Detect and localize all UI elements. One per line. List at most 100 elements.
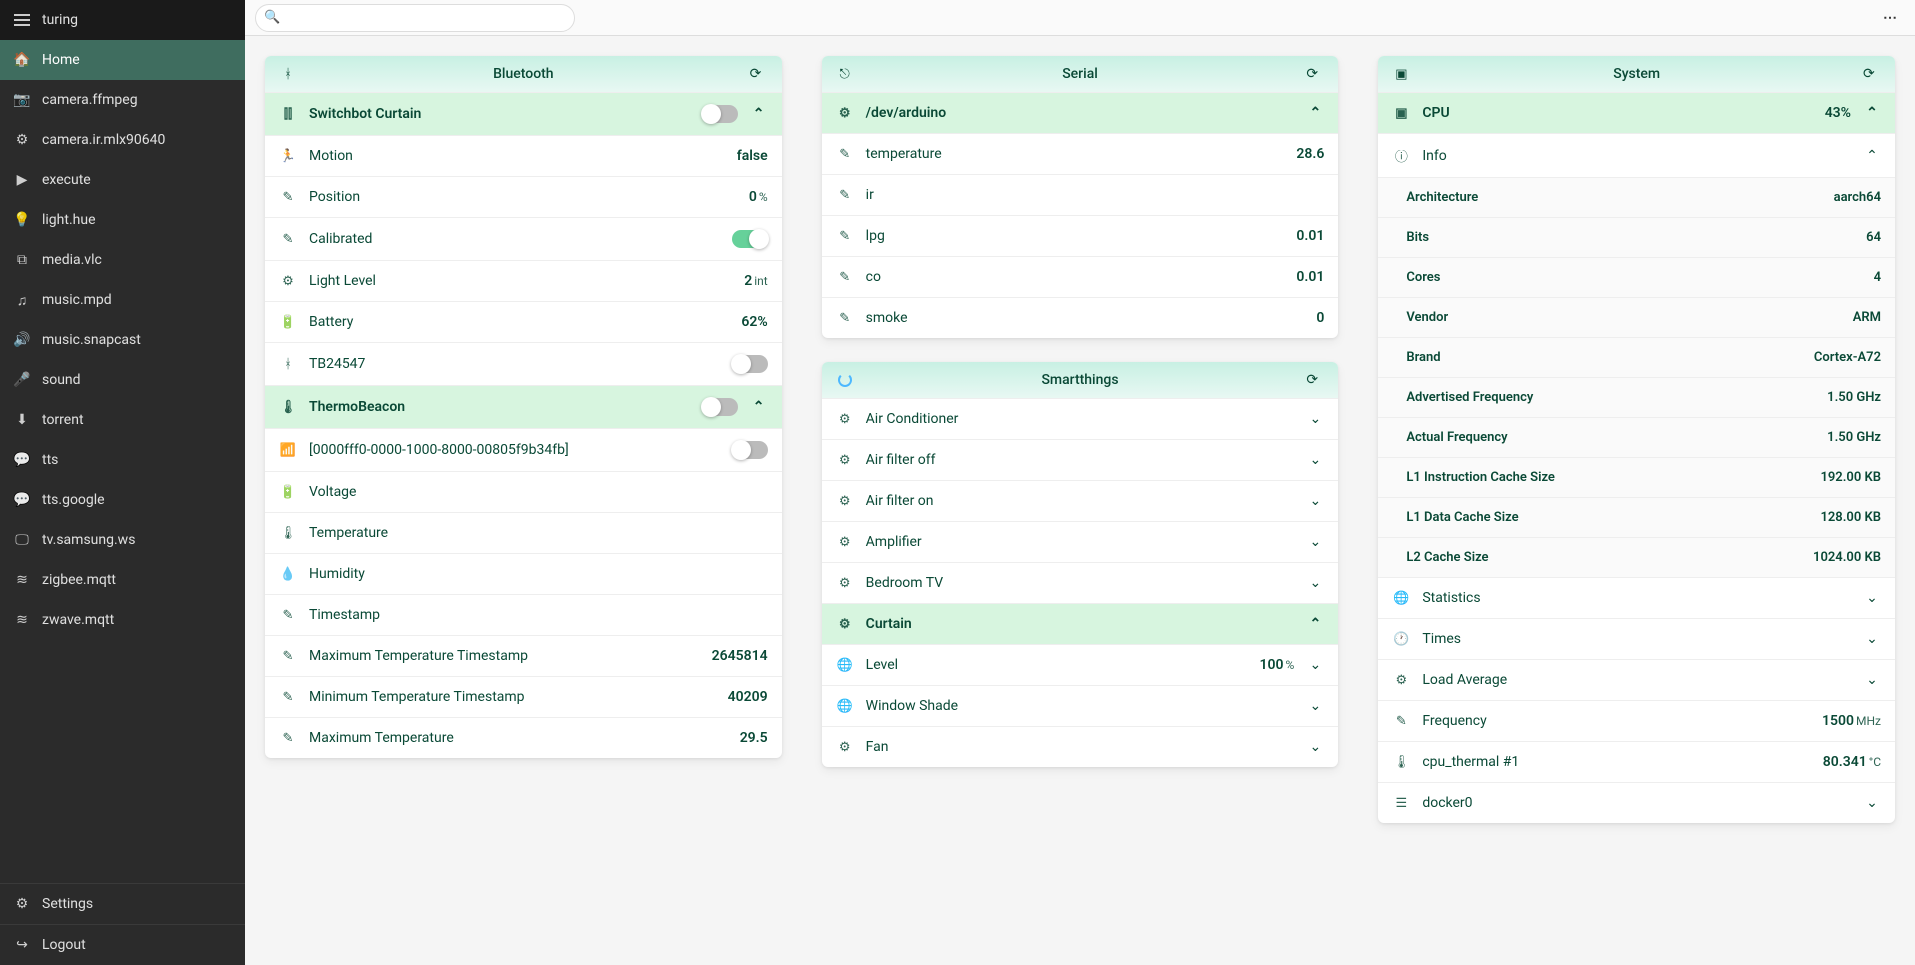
chevron-down-icon[interactable]: ⌄ (1306, 575, 1324, 591)
sidebar-item-tv-samsung-ws[interactable]: 🖵tv.samsung.ws (0, 520, 245, 560)
chevron-down-icon[interactable]: ⌄ (1306, 657, 1324, 673)
chevron-down-icon[interactable]: ⌄ (1863, 672, 1881, 688)
hamburger-icon[interactable] (14, 14, 30, 26)
row-info[interactable]: ⓘInfo⌃ (1378, 133, 1895, 177)
row-label: temperature (866, 146, 1285, 162)
mic-icon: 🎤 (14, 372, 30, 388)
row-fan[interactable]: ⚙Fan⌄ (822, 726, 1339, 767)
sidebar-footer: ⚙Settings↪Logout (0, 883, 245, 965)
speaker-icon: 🔊 (14, 332, 30, 348)
sidebar-item-music-mpd[interactable]: ♫music.mpd (0, 280, 245, 320)
row-label: Load Average (1422, 672, 1851, 688)
refresh-icon[interactable]: ⟳ (750, 66, 768, 82)
sidebar-item-tts-google[interactable]: 💬tts.google (0, 480, 245, 520)
row-level[interactable]: 🌐Level100%⌄ (822, 644, 1339, 685)
card-title: Serial (854, 66, 1307, 82)
row-label: Position (309, 189, 737, 205)
row-thermobeacon[interactable]: 🌡ThermoBeacon⌃ (265, 385, 782, 428)
chevron-down-icon[interactable]: ⌄ (1306, 534, 1324, 550)
row-air-filter-on[interactable]: ⚙Air filter on⌄ (822, 480, 1339, 521)
chevron-down-icon[interactable]: ⌄ (1863, 590, 1881, 606)
more-icon[interactable]: ⋯ (1877, 10, 1905, 26)
row-value: 1500MHz (1822, 713, 1881, 729)
row-statistics[interactable]: 🌐Statistics⌄ (1378, 577, 1895, 618)
sidebar-item-execute[interactable]: ▶execute (0, 160, 245, 200)
chevron-icon[interactable]: ⌃ (1863, 105, 1881, 121)
row-bedroom-tv[interactable]: ⚙Bedroom TV⌄ (822, 562, 1339, 603)
sidebar-item-music-snapcast[interactable]: 🔊music.snapcast (0, 320, 245, 360)
row-curtain[interactable]: ⚙ Curtain ⌃ (822, 603, 1339, 644)
sidebar-item-light-hue[interactable]: 💡light.hue (0, 200, 245, 240)
sidebar-item-camera-ffmpeg[interactable]: 📷camera.ffmpeg (0, 80, 245, 120)
sidebar-item-zwave-mqtt[interactable]: ≋zwave.mqtt (0, 600, 245, 640)
pencil-icon: ✎ (836, 147, 854, 162)
wave-icon: ≋ (14, 612, 30, 628)
chevron-icon[interactable]: ⌃ (1306, 105, 1324, 121)
sidebar-header: turing (0, 0, 245, 40)
info-icon: ⓘ (1392, 146, 1410, 165)
toggle[interactable] (732, 355, 768, 373)
chevron-down-icon[interactable]: ⌄ (1306, 452, 1324, 468)
row-lpg: ✎lpg0.01 (822, 215, 1339, 256)
refresh-icon[interactable]: ⟳ (1306, 66, 1324, 82)
gear-icon: ⚙ (836, 740, 854, 755)
row-times[interactable]: 🕐Times⌄ (1378, 618, 1895, 659)
row-label: ThermoBeacon (309, 399, 690, 415)
home-icon: 🏠 (14, 52, 30, 68)
card-header-smartthings: Smartthings⟳ (822, 362, 1339, 398)
toggle[interactable] (732, 230, 768, 248)
row-l1-data-cache-size: L1 Data Cache Size128.00 KB (1378, 497, 1895, 537)
toggle[interactable] (702, 398, 738, 416)
chevron-icon[interactable]: ⌃ (750, 106, 768, 122)
row-docker0[interactable]: ☰docker0⌄ (1378, 782, 1895, 823)
row-air-conditioner[interactable]: ⚙Air Conditioner⌄ (822, 398, 1339, 439)
row-unit: % (1286, 658, 1295, 672)
sidebar-item-sound[interactable]: 🎤sound (0, 360, 245, 400)
row-calibrated[interactable]: ✎Calibrated (265, 217, 782, 260)
sidebar-item-media-vlc[interactable]: ⧉media.vlc (0, 240, 245, 280)
row--0000fff0-0000-1000-8000-00805f9b34fb-[interactable]: 📶[0000fff0-0000-1000-8000-00805f9b34fb] (265, 428, 782, 471)
row-cpu[interactable]: ▣CPU43%⌃ (1378, 92, 1895, 133)
row-load-average[interactable]: ⚙Load Average⌄ (1378, 659, 1895, 700)
card-header-serial: ⎋Serial⟳ (822, 56, 1339, 92)
main: 🔍 ⋯ ᚼBluetooth⟳⫿⫿Switchbot Curtain⌃🏃Moti… (245, 0, 1915, 965)
row-window-shade[interactable]: 🌐Window Shade⌄ (822, 685, 1339, 726)
chevron-down-icon[interactable]: ⌄ (1306, 698, 1324, 714)
refresh-icon[interactable]: ⟳ (1863, 66, 1881, 82)
row-value: 0 (1316, 310, 1324, 326)
row-voltage: 🔋Voltage (265, 471, 782, 512)
sidebar-item-Home[interactable]: 🏠Home (0, 40, 245, 80)
chevron-icon[interactable]: ⌃ (1863, 148, 1881, 164)
chevron-down-icon[interactable]: ⌄ (1306, 739, 1324, 755)
sidebar-item-tts[interactable]: 💬tts (0, 440, 245, 480)
chevron-down-icon[interactable]: ⌄ (1863, 795, 1881, 811)
row-amplifier[interactable]: ⚙Amplifier⌄ (822, 521, 1339, 562)
sidebar-item-label: tts (42, 452, 58, 468)
row-tb24547[interactable]: ᚼTB24547 (265, 342, 782, 385)
row-label: Minimum Temperature Timestamp (309, 689, 716, 705)
toggle[interactable] (732, 441, 768, 459)
pencil-icon: ✎ (836, 188, 854, 203)
sidebar-footer-settings[interactable]: ⚙Settings (0, 883, 245, 924)
row-position: ✎Position0% (265, 176, 782, 217)
chevron-icon[interactable]: ⌃ (1306, 616, 1324, 632)
usb-icon: ⎋ (836, 67, 854, 82)
row-label: Voltage (309, 484, 768, 500)
row-switchbot-curtain[interactable]: ⫿⫿Switchbot Curtain⌃ (265, 92, 782, 135)
chevron-down-icon[interactable]: ⌄ (1306, 493, 1324, 509)
toggle[interactable] (702, 105, 738, 123)
chevron-icon[interactable]: ⌃ (750, 399, 768, 415)
sidebar-item-torrent[interactable]: ⬇torrent (0, 400, 245, 440)
gear-icon: ⚙ (836, 617, 854, 632)
row-air-filter-off[interactable]: ⚙Air filter off⌄ (822, 439, 1339, 480)
chevron-down-icon[interactable]: ⌄ (1306, 411, 1324, 427)
sidebar-item-camera-ir-mlx90640[interactable]: ⚙camera.ir.mlx90640 (0, 120, 245, 160)
sidebar-footer-logout[interactable]: ↪Logout (0, 924, 245, 965)
sidebar-item-zigbee-mqtt[interactable]: ≋zigbee.mqtt (0, 560, 245, 600)
search-icon: 🔍 (264, 10, 280, 25)
refresh-icon[interactable]: ⟳ (1306, 372, 1324, 388)
row--dev-arduino[interactable]: ⚙/dev/arduino⌃ (822, 92, 1339, 133)
row-label: Curtain (866, 616, 1295, 632)
search-input[interactable] (255, 4, 575, 32)
chevron-down-icon[interactable]: ⌄ (1863, 631, 1881, 647)
